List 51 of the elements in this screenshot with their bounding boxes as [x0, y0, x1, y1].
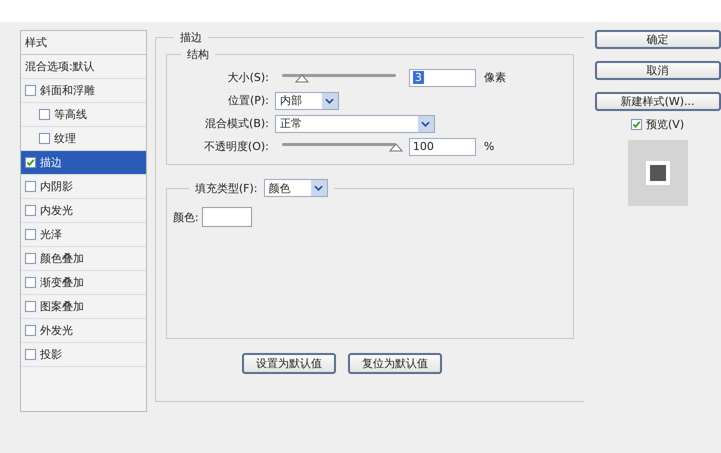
style-item[interactable]: 描边: [21, 151, 146, 175]
new-style-button[interactable]: 新建样式(W)...: [594, 92, 721, 111]
style-item[interactable]: 内阴影: [21, 175, 146, 199]
style-item[interactable]: 等高线: [21, 103, 146, 127]
style-item[interactable]: 光泽: [21, 223, 146, 247]
color-swatch[interactable]: [202, 207, 252, 227]
checkbox[interactable]: [25, 229, 36, 240]
checkbox[interactable]: [631, 119, 642, 130]
default-button[interactable]: 复位为默认值: [348, 353, 442, 374]
style-item[interactable]: 颜色叠加: [21, 247, 146, 271]
style-item[interactable]: 投影: [21, 343, 146, 367]
preview-thumbnail: [628, 140, 688, 206]
style-item[interactable]: 混合选项:默认: [21, 55, 146, 79]
group-title: 结构: [186, 47, 210, 62]
fill-type-dropdown[interactable]: 颜色: [264, 179, 328, 197]
checkbox[interactable]: [39, 133, 50, 144]
checkbox[interactable]: [25, 349, 36, 360]
style-item[interactable]: 内发光: [21, 199, 146, 223]
field-label: 大小(S):: [226, 70, 269, 85]
checkbox[interactable]: [25, 85, 36, 96]
field-label: 位置(P):: [226, 93, 269, 108]
slider-thumb[interactable]: [388, 142, 403, 152]
checkbox[interactable]: [25, 325, 36, 336]
preview-label: 预览(V): [646, 117, 684, 132]
checkbox[interactable]: [25, 157, 36, 168]
style-item[interactable]: 渐变叠加: [21, 271, 146, 295]
checkbox[interactable]: [25, 205, 36, 216]
opacity-input[interactable]: 100: [408, 138, 476, 156]
unit-label: %: [484, 140, 494, 153]
style-item[interactable]: 外发光: [21, 319, 146, 343]
styles-header: 样式: [21, 31, 146, 55]
field-label: 不透明度(O):: [202, 139, 269, 154]
checkbox[interactable]: [39, 109, 50, 120]
field-label: 颜色:: [172, 210, 199, 224]
size-input[interactable]: 3: [408, 68, 476, 86]
field-label: 混合模式(B):: [204, 116, 269, 131]
default-button[interactable]: 设置为默认值: [242, 353, 336, 374]
blend-mode-dropdown[interactable]: 正常: [274, 114, 435, 132]
position-dropdown[interactable]: 内部: [274, 92, 339, 110]
cancel-button[interactable]: 取消: [594, 61, 721, 80]
ok-button[interactable]: 确定: [594, 30, 721, 49]
checkbox[interactable]: [25, 277, 36, 288]
style-item[interactable]: 斜面和浮雕: [21, 79, 146, 103]
slider-thumb[interactable]: [295, 74, 310, 82]
style-item[interactable]: 图案叠加: [21, 295, 146, 319]
checkbox[interactable]: [25, 253, 36, 264]
unit-label: 像素: [484, 70, 506, 85]
checkbox[interactable]: [25, 301, 36, 312]
group-title: 描边: [178, 30, 203, 45]
checkbox[interactable]: [25, 181, 36, 192]
field-label: 填充类型(F):: [194, 180, 258, 196]
